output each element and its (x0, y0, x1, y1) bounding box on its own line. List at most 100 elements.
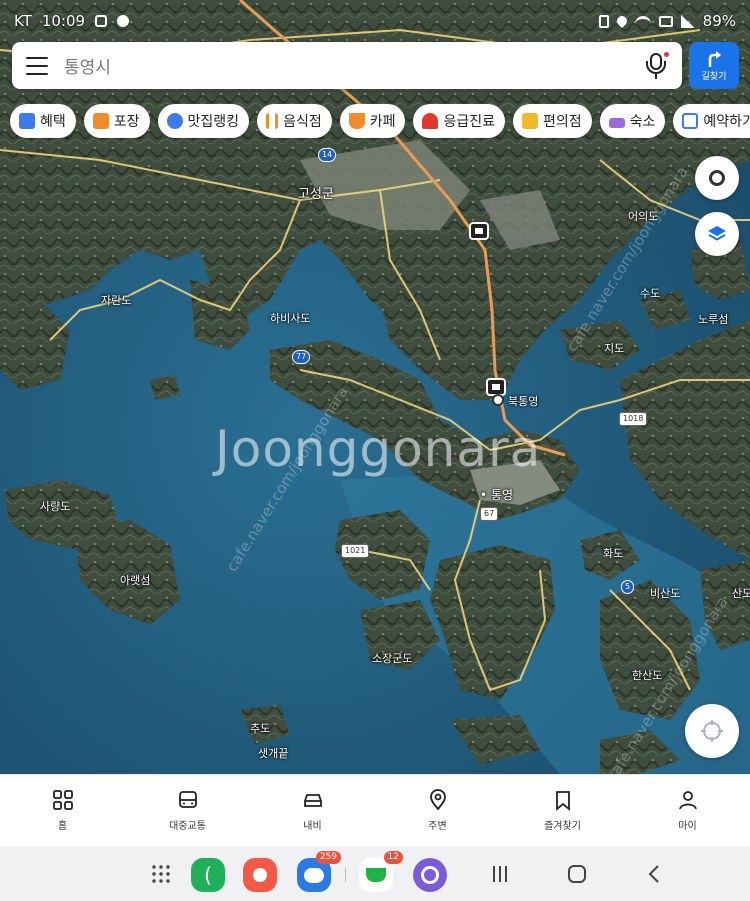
nav-navi[interactable]: 내비 (250, 775, 375, 846)
location-status-icon (614, 13, 629, 29)
chip-label: 음식점 (283, 114, 322, 130)
ranking-icon (166, 113, 183, 129)
signal-icon (680, 14, 695, 28)
chip-label: 편의점 (543, 114, 582, 130)
wifi-icon (634, 15, 651, 27)
search-input[interactable] (64, 55, 644, 76)
chip-ranking[interactable]: 맛집랭킹 (157, 104, 250, 138)
place-label-eoui[interactable]: 어의도 (628, 208, 658, 224)
recent-apps-icon[interactable] (488, 862, 512, 886)
volte-icon (658, 15, 673, 27)
cafe-app-icon[interactable]: 12 (359, 851, 403, 892)
place-label-goseong[interactable]: 고성군 (298, 183, 334, 202)
chip-label: 숙소 (629, 114, 656, 130)
cctv-toggle-button[interactable] (695, 156, 739, 200)
place-label-jaran[interactable]: 자란도 (101, 292, 131, 308)
siren-icon (422, 113, 439, 129)
search-bar[interactable] (12, 42, 682, 89)
category-chip-row: 혜택 포장 맛집랭킹 음식점 카페 응급진료 편의점 숙소 예약하기 (10, 104, 750, 138)
microphone-icon[interactable] (644, 51, 669, 81)
chip-label: 포장 (113, 114, 140, 130)
place-label-bisan[interactable]: 비산도 (650, 585, 680, 601)
utensils-icon (266, 113, 279, 129)
phone-app-icon[interactable]: ( (191, 858, 225, 892)
system-navigation-bar: ( 259 12 (0, 846, 750, 901)
status-bar: KT 10:09 89% (0, 0, 750, 42)
poi-dot-icon[interactable] (492, 394, 504, 406)
chip-reservation[interactable]: 예약하기 (673, 104, 750, 138)
notification-icon (95, 15, 108, 27)
chip-benefit[interactable]: 혜택 (10, 104, 76, 138)
chip-lodging[interactable]: 숙소 (599, 104, 666, 138)
bookmark-icon (555, 791, 570, 811)
place-label-ahae[interactable]: 아랫섬 (120, 572, 150, 588)
calendar-icon (682, 113, 699, 129)
chip-label: 예약하기 (703, 114, 750, 130)
road-shield-77: 77 (292, 350, 311, 364)
chip-convenience[interactable]: 편의점 (513, 104, 592, 138)
chip-cafe[interactable]: 카페 (339, 104, 406, 138)
place-label-tongyeong[interactable]: • 통영 (480, 486, 513, 503)
contacts-app-icon[interactable] (243, 858, 277, 892)
chip-emergency[interactable]: 응급진료 (413, 104, 505, 138)
store-icon (522, 113, 538, 129)
mute-icon (598, 14, 609, 28)
place-label-noru[interactable]: 노루섬 (698, 311, 728, 327)
road-shield-1018: 1018 (619, 412, 648, 426)
bottom-navigation: 홈 대중교통 내비 주변 즐겨찾기 마이 (0, 774, 750, 846)
current-location-button[interactable] (685, 704, 739, 758)
nav-favorites[interactable]: 즐겨찾기 (500, 775, 625, 846)
directions-arrow-icon (708, 50, 721, 67)
directions-button[interactable]: 길찾기 (689, 42, 739, 89)
place-label-tongyeong-text: 통영 (490, 488, 513, 502)
place-label-hansan[interactable]: 한산도 (632, 667, 662, 683)
coffee-icon (348, 113, 365, 129)
chip-label: 응급진료 (443, 114, 495, 130)
car-icon (303, 794, 322, 807)
layers-button[interactable] (695, 212, 739, 256)
place-label-habisado[interactable]: 하비사도 (270, 310, 310, 326)
place-label-jido[interactable]: 지도 (604, 340, 624, 356)
crosshair-icon (701, 720, 723, 742)
nav-label: 주변 (428, 821, 447, 832)
place-label-buktongyeong[interactable]: 북통영 (508, 393, 538, 409)
nav-home[interactable]: 홈 (0, 775, 125, 846)
bus-icon (178, 791, 197, 808)
nav-nearby[interactable]: 주변 (375, 775, 500, 846)
app-drawer-icon[interactable] (149, 862, 173, 886)
nav-my[interactable]: 마이 (625, 775, 750, 846)
browser-app-icon[interactable] (413, 858, 447, 892)
chip-takeout[interactable]: 포장 (83, 104, 150, 138)
home-grid-icon (52, 790, 73, 810)
messages-badge: 259 (315, 851, 341, 864)
nav-transit[interactable]: 대중교통 (125, 775, 250, 846)
messages-app-icon[interactable]: 259 (297, 851, 341, 892)
dock-divider (345, 868, 346, 882)
road-shield-67: 67 (480, 507, 499, 521)
place-label-saegae[interactable]: 샛개끝 (258, 745, 288, 761)
place-label-saryang[interactable]: 사량도 (40, 498, 70, 514)
home-button-icon[interactable] (565, 862, 589, 886)
bag-icon (92, 113, 109, 129)
location-pin-icon (429, 789, 446, 811)
cctv-marker-icon[interactable] (469, 222, 489, 240)
chip-restaurant[interactable]: 음식점 (257, 104, 332, 138)
chip-label: 카페 (369, 114, 396, 130)
place-label-san[interactable]: 산도 (732, 585, 750, 601)
nav-label: 내비 (303, 821, 322, 832)
layers-icon (708, 226, 726, 241)
nav-label: 즐겨찾기 (544, 821, 581, 832)
directions-label: 길찾기 (701, 71, 727, 82)
nav-label: 대중교통 (169, 821, 206, 832)
place-label-chudo[interactable]: 추도 (250, 720, 270, 736)
carrier-text: KT (14, 12, 32, 30)
clock-text: 10:09 (41, 12, 86, 30)
notification-icon (117, 15, 130, 27)
road-shield-1021: 1021 (341, 544, 370, 558)
place-label-sajanggun[interactable]: 소장군도 (372, 650, 412, 666)
menu-icon[interactable] (26, 56, 48, 75)
place-label-hwado[interactable]: 화도 (603, 545, 623, 561)
back-button-icon[interactable] (643, 862, 667, 886)
road-shield-14: 14 (318, 148, 337, 162)
place-label-sudo[interactable]: 수도 (640, 285, 660, 301)
